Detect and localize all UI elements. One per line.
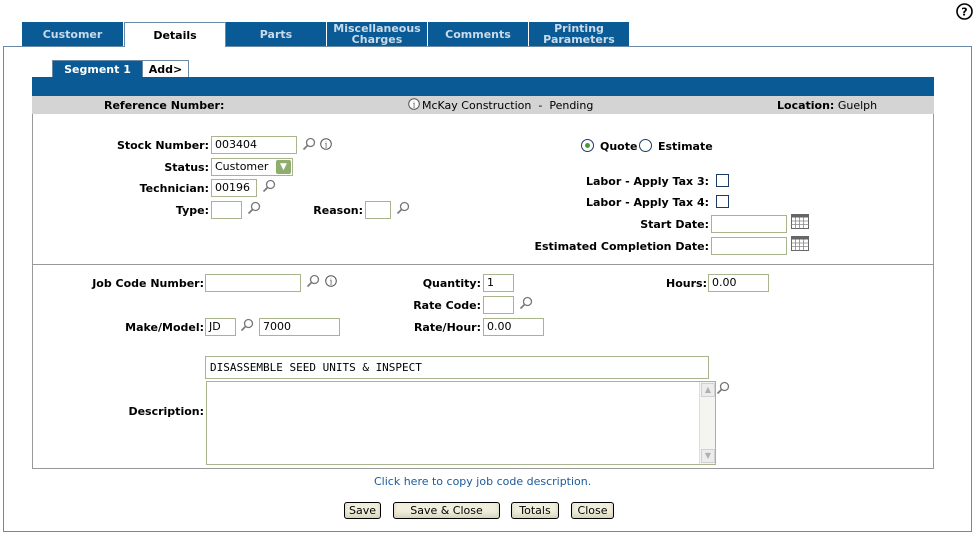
separator: - <box>538 99 543 112</box>
labor-tax4-checkbox[interactable] <box>716 195 729 208</box>
description-scrollbar[interactable]: ▲ ▼ <box>699 382 715 464</box>
make-input[interactable]: JD <box>205 318 236 336</box>
reason-input[interactable] <box>365 201 391 219</box>
rate-code-input[interactable] <box>483 296 514 314</box>
scroll-down-icon[interactable]: ▼ <box>701 449 715 463</box>
totals-button[interactable]: Totals <box>511 502 559 519</box>
tab-misc-label: Miscellaneous Charges <box>333 22 421 46</box>
info-icon[interactable]: i <box>325 275 337 290</box>
type-label: Type: <box>175 204 209 217</box>
save-close-button[interactable]: Save & Close <box>393 502 500 519</box>
description-textarea[interactable]: ▲ ▼ <box>206 381 716 465</box>
labor-tax3-checkbox[interactable] <box>716 174 729 187</box>
tab-details-label: Details <box>153 28 197 42</box>
estimate-label: Estimate <box>658 140 713 153</box>
est-completion-label: Estimated Completion Date: <box>534 240 709 253</box>
hours-label: Hours: <box>666 277 707 290</box>
labor-tax3-label: Labor - Apply Tax 3: <box>585 175 709 188</box>
est-completion-input[interactable] <box>711 237 787 255</box>
search-icon[interactable] <box>247 201 261 218</box>
header-bar <box>32 77 934 96</box>
rate-hour-label: Rate/Hour: <box>413 321 481 334</box>
estimate-radio[interactable] <box>639 139 652 152</box>
save-button[interactable]: Save <box>344 502 381 519</box>
tab-miscellaneous-charges[interactable]: Miscellaneous Charges <box>327 22 428 46</box>
location-label: Location: <box>777 99 835 112</box>
tab-comments[interactable]: Comments <box>428 22 529 46</box>
type-input[interactable] <box>211 201 242 219</box>
info-icon[interactable]: i <box>320 138 332 153</box>
svg-text:i: i <box>330 278 333 287</box>
description-line-input[interactable]: DISASSEMBLE SEED UNITS & INSPECT <box>205 356 709 379</box>
reason-label: Reason: <box>313 204 363 217</box>
tab-printing-parameters[interactable]: Printing Parameters <box>529 22 630 46</box>
job-code-input[interactable] <box>205 274 301 292</box>
copy-description-link[interactable]: Click here to copy job code description. <box>374 475 591 488</box>
segment-add-tab[interactable]: Add> <box>143 60 189 78</box>
technician-input[interactable]: 00196 <box>211 179 257 197</box>
section-divider <box>33 264 933 265</box>
quantity-label: Quantity: <box>422 277 481 290</box>
location-text: Location: Guelph <box>777 99 877 112</box>
search-icon[interactable] <box>396 201 410 218</box>
make-model-label: Make/Model: <box>125 321 204 334</box>
tab-customer[interactable]: Customer <box>22 22 124 46</box>
customer-status-text: McKay Construction - Pending <box>422 99 593 112</box>
location-value: Guelph <box>837 99 878 112</box>
labor-tax4-label: Labor - Apply Tax 4: <box>585 196 709 209</box>
tab-details[interactable]: Details <box>124 22 226 47</box>
close-button[interactable]: Close <box>571 502 614 519</box>
tab-printing-label: Printing Parameters <box>543 22 615 46</box>
info-icon[interactable]: i <box>408 98 420 113</box>
job-code-label: Job Code Number: <box>92 277 204 290</box>
search-icon[interactable] <box>716 381 730 398</box>
status-select-value: Customer <box>215 160 269 173</box>
segment-tab-1[interactable]: Segment 1 <box>52 60 143 78</box>
search-icon[interactable] <box>302 137 316 154</box>
hours-input[interactable]: 0.00 <box>708 274 769 292</box>
description-label: Description: <box>128 405 204 418</box>
search-icon[interactable] <box>306 274 320 291</box>
technician-label: Technician: <box>139 182 209 195</box>
rate-hour-input[interactable]: 0.00 <box>483 318 544 336</box>
start-date-label: Start Date: <box>640 218 709 231</box>
stock-number-label: Stock Number: <box>116 139 209 152</box>
rate-code-label: Rate Code: <box>413 299 481 312</box>
search-icon[interactable] <box>519 296 533 313</box>
quote-label: Quote <box>600 140 638 153</box>
reference-number-label: Reference Number: <box>104 99 225 112</box>
customer-name: McKay Construction <box>422 99 532 112</box>
svg-text:i: i <box>413 101 416 110</box>
tab-parts[interactable]: Parts <box>226 22 327 46</box>
help-icon[interactable]: ? <box>956 3 973 20</box>
status-label: Status: <box>164 161 209 174</box>
svg-text:i: i <box>325 141 328 150</box>
stock-number-input[interactable]: 003404 <box>211 136 297 154</box>
chevron-down-icon[interactable]: ▼ <box>276 160 291 174</box>
svg-text:?: ? <box>961 6 967 19</box>
search-icon[interactable] <box>240 318 254 335</box>
model-input[interactable]: 7000 <box>259 318 340 336</box>
status-select[interactable]: Customer ▼ <box>211 158 293 176</box>
search-icon[interactable] <box>262 179 276 196</box>
calendar-icon[interactable] <box>791 214 809 229</box>
start-date-input[interactable] <box>711 215 787 233</box>
scroll-up-icon[interactable]: ▲ <box>701 383 715 397</box>
job-status: Pending <box>549 99 594 112</box>
calendar-icon[interactable] <box>791 236 809 251</box>
quote-radio[interactable] <box>581 139 594 152</box>
quantity-input[interactable]: 1 <box>483 274 514 292</box>
